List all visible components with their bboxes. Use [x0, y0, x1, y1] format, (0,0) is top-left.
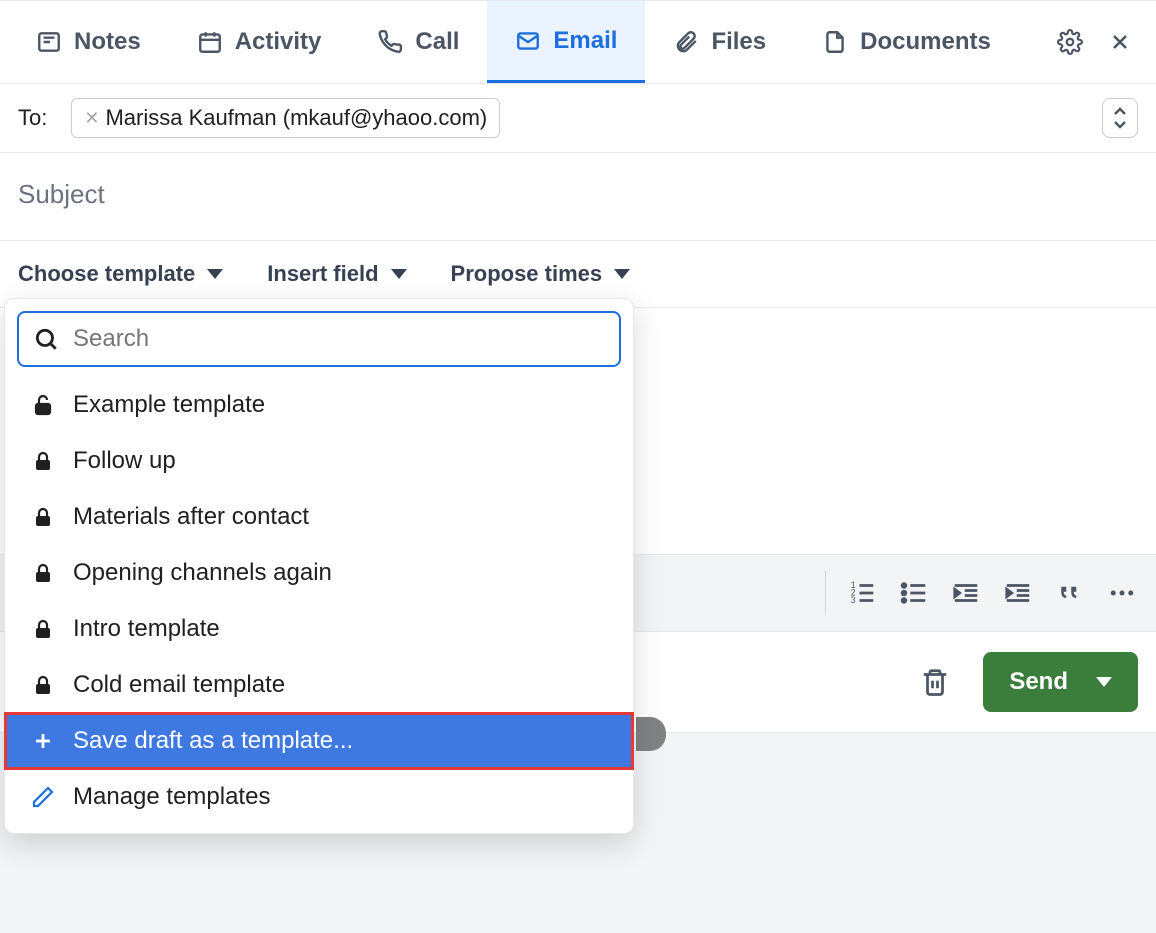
indent-button[interactable]	[1002, 577, 1034, 609]
indent-icon	[1003, 578, 1033, 608]
ordered-list-icon: 123	[847, 578, 877, 608]
template-label: Follow up	[73, 447, 176, 475]
template-item[interactable]: Intro template	[5, 601, 633, 657]
quote-icon	[1055, 578, 1085, 608]
chevron-down-icon	[207, 269, 223, 279]
chevron-down-icon	[391, 269, 407, 279]
scroll-thumb[interactable]	[636, 717, 666, 751]
recipient-chip[interactable]: ✕ Marissa Kaufman (mkauf@yhaoo.com)	[71, 98, 500, 138]
tab-notes[interactable]: Notes	[8, 1, 169, 83]
close-button[interactable]	[1104, 26, 1136, 58]
outdent-button[interactable]	[950, 577, 982, 609]
tab-activity[interactable]: Activity	[169, 1, 350, 83]
more-format-button[interactable]	[1106, 577, 1138, 609]
to-label: To:	[18, 105, 47, 131]
template-dropdown: Example template Follow up Materials aft…	[4, 298, 634, 834]
lock-icon	[31, 561, 55, 585]
to-row: To: ✕ Marissa Kaufman (mkauf@yhaoo.com)	[0, 84, 1156, 153]
chevron-down-icon	[614, 269, 630, 279]
settings-button[interactable]	[1054, 26, 1086, 58]
tab-label: Email	[553, 27, 617, 55]
plus-icon	[31, 729, 55, 753]
chevron-up-down-icon	[1111, 105, 1129, 131]
lock-icon	[31, 617, 55, 641]
delete-draft-button[interactable]	[919, 666, 951, 698]
manage-label: Manage templates	[73, 783, 270, 811]
template-item[interactable]: Opening channels again	[5, 545, 633, 601]
separator	[825, 571, 826, 615]
toolbar-label: Insert field	[267, 261, 378, 287]
template-label: Opening channels again	[73, 559, 332, 587]
save-draft-label: Save draft as a template...	[73, 727, 353, 755]
lock-icon	[31, 505, 55, 529]
manage-templates-item[interactable]: Manage templates	[5, 769, 633, 825]
propose-times-button[interactable]: Propose times	[451, 261, 631, 287]
trash-icon	[920, 667, 950, 697]
save-draft-template-item[interactable]: Save draft as a template...	[5, 713, 633, 769]
outdent-icon	[951, 578, 981, 608]
paperclip-icon	[673, 29, 699, 55]
recipient-text: Marissa Kaufman (mkauf@yhaoo.com)	[105, 105, 487, 131]
chip-remove-icon[interactable]: ✕	[84, 108, 99, 129]
template-label: Example template	[73, 391, 265, 419]
phone-icon	[377, 29, 403, 55]
template-item[interactable]: Cold email template	[5, 657, 633, 713]
lock-icon	[31, 673, 55, 697]
tab-call[interactable]: Call	[349, 1, 487, 83]
template-item[interactable]: Materials after contact	[5, 489, 633, 545]
email-icon	[515, 28, 541, 54]
tab-documents[interactable]: Documents	[794, 1, 1019, 83]
ordered-list-button[interactable]: 123	[846, 577, 878, 609]
expand-recipients-button[interactable]	[1102, 98, 1138, 138]
close-icon	[1108, 30, 1132, 54]
send-label: Send	[1009, 668, 1068, 696]
calendar-icon	[197, 29, 223, 55]
unordered-list-icon	[899, 578, 929, 608]
pencil-icon	[31, 785, 55, 809]
unlock-icon	[31, 393, 55, 417]
tab-label: Activity	[235, 28, 322, 56]
tab-label: Documents	[860, 28, 991, 56]
tab-files[interactable]: Files	[645, 1, 794, 83]
lock-icon	[31, 449, 55, 473]
svg-text:3: 3	[851, 595, 856, 605]
search-icon	[33, 326, 59, 352]
notes-icon	[36, 29, 62, 55]
template-item[interactable]: Follow up	[5, 433, 633, 489]
unordered-list-button[interactable]	[898, 577, 930, 609]
toolbar-label: Propose times	[451, 261, 603, 287]
template-search-input[interactable]	[73, 325, 605, 353]
send-button[interactable]: Send	[983, 652, 1138, 712]
compose-tabs: Notes Activity Call Email Files Document…	[0, 0, 1156, 84]
more-icon	[1107, 578, 1137, 608]
insert-field-button[interactable]: Insert field	[267, 261, 406, 287]
gear-icon	[1057, 29, 1083, 55]
quote-button[interactable]	[1054, 577, 1086, 609]
template-label: Cold email template	[73, 671, 285, 699]
tab-label: Notes	[74, 28, 141, 56]
chevron-down-icon	[1096, 677, 1112, 687]
subject-field[interactable]: Subject	[0, 153, 1156, 241]
toolbar-label: Choose template	[18, 261, 195, 287]
template-label: Intro template	[73, 615, 220, 643]
document-icon	[822, 29, 848, 55]
choose-template-button[interactable]: Choose template	[18, 261, 223, 287]
tab-email[interactable]: Email	[487, 1, 645, 83]
tab-label: Files	[711, 28, 766, 56]
template-item[interactable]: Example template	[5, 377, 633, 433]
template-search-field[interactable]	[17, 311, 621, 367]
tab-label: Call	[415, 28, 459, 56]
template-label: Materials after contact	[73, 503, 309, 531]
subject-placeholder: Subject	[18, 179, 105, 209]
